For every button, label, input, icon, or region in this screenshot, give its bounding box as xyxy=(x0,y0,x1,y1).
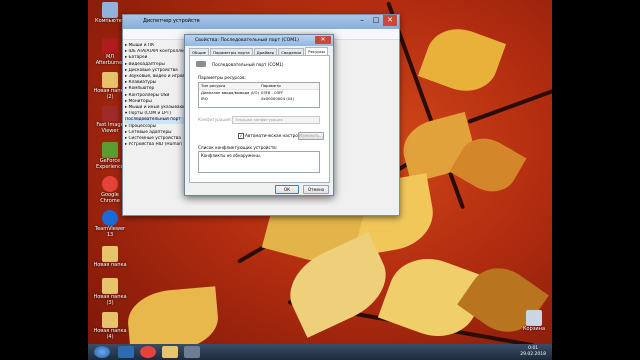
image-viewer-icon xyxy=(102,106,118,122)
taskbar-chrome-icon[interactable] xyxy=(140,346,156,358)
device-name: Последовательный порт (COM1) xyxy=(212,62,284,67)
resources-panel: Последовательный порт (COM1) Параметры р… xyxy=(189,55,330,183)
conflict-list: Конфликты не обнаружены. xyxy=(198,151,320,173)
teamviewer-icon xyxy=(102,210,118,226)
auto-setting-checkbox[interactable]: ✓ xyxy=(238,133,244,139)
serial-port-icon xyxy=(196,61,206,67)
device-manager-titlebar[interactable]: Диспетчер устройств – □ ✕ xyxy=(123,15,399,29)
cell-setting: 0x00000004 (04) xyxy=(261,96,294,101)
folder-icon xyxy=(102,72,118,88)
desktop-icon-folder-3[interactable]: Новая папка (3) xyxy=(92,278,128,306)
afterburner-icon xyxy=(102,38,118,54)
taskbar-clock[interactable]: 0:01 29.02.2018 xyxy=(520,346,546,358)
dialog-close-button[interactable]: ✕ xyxy=(315,36,331,44)
properties-dialog: Свойства: Последовательный порт (COM1) ✕… xyxy=(184,34,334,196)
folder-icon xyxy=(102,278,118,294)
taskbar-explorer-icon[interactable] xyxy=(162,346,178,358)
taskbar-ie-icon[interactable] xyxy=(118,346,134,358)
start-button[interactable] xyxy=(94,346,110,358)
table-row[interactable]: IRQ 0x00000004 (04) xyxy=(199,96,319,102)
config-label: Конфигурация: xyxy=(198,117,232,122)
change-settings-button[interactable]: Изменить... xyxy=(298,132,324,140)
clock-date: 29.02.2018 xyxy=(520,352,546,357)
maximize-button[interactable]: □ xyxy=(369,15,383,26)
config-select[interactable]: Текущая конфигурация xyxy=(232,116,320,124)
computer-icon xyxy=(102,2,118,18)
auto-setting-label: Автоматическая настройка xyxy=(245,133,306,138)
ok-button[interactable]: ОК xyxy=(275,185,299,194)
chrome-icon xyxy=(102,176,118,192)
table-header: Тип ресурса Параметр xyxy=(199,83,319,90)
dialog-title: Свойства: Последовательный порт (COM1) xyxy=(195,38,299,43)
resource-table: Тип ресурса Параметр Диапазон ввода/выво… xyxy=(198,82,320,108)
dialog-titlebar[interactable]: Свойства: Последовательный порт (COM1) ✕ xyxy=(185,35,333,46)
geforce-icon xyxy=(102,142,118,158)
leaf xyxy=(417,19,507,101)
cell-resource-type: IRQ xyxy=(201,96,208,101)
minimize-button[interactable]: – xyxy=(355,15,369,26)
resource-settings-label: Параметры ресурсов: xyxy=(198,75,246,80)
desktop-icon-recycle-bin[interactable]: Корзина xyxy=(516,310,552,333)
folder-icon xyxy=(102,312,118,328)
window-controls: – □ ✕ xyxy=(355,15,397,26)
taskbar: 0:01 29.02.2018 xyxy=(88,344,552,360)
header-setting: Параметр xyxy=(261,83,281,88)
folder-icon xyxy=(102,246,118,262)
taskbar-device-manager-icon[interactable] xyxy=(184,346,200,358)
desktop-icon-folder[interactable]: Новая папка xyxy=(92,246,128,269)
conflict-text: Конфликты не обнаружены. xyxy=(201,153,261,158)
device-manager-title: Диспетчер устройств xyxy=(143,18,200,24)
conflict-label: Список конфликтующих устройств: xyxy=(198,145,278,150)
header-resource-type: Тип ресурса xyxy=(201,83,226,88)
recycle-bin-icon xyxy=(526,310,542,326)
desktop-icon-folder-4[interactable]: Новая папка (4) xyxy=(92,312,128,340)
cancel-button[interactable]: Отмена xyxy=(303,185,329,194)
close-button[interactable]: ✕ xyxy=(383,15,397,26)
